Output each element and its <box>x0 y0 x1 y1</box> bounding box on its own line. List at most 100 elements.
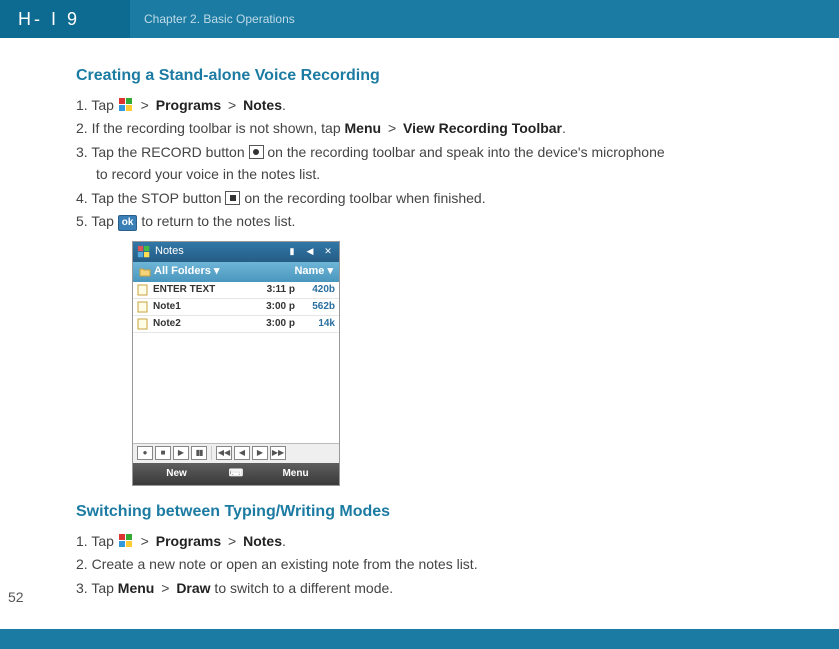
ok-badge-icon: ok <box>118 215 138 231</box>
keyboard-icon[interactable]: ⌨ <box>220 466 252 482</box>
page-number: 52 <box>8 589 24 605</box>
device-recording-toolbar: ● ■ ▶ ▮▮ ◀◀ ◀ ▶ ▶▶ <box>133 443 339 463</box>
device-title-text: Notes <box>155 243 184 260</box>
separator-gt: > <box>224 533 240 549</box>
device-blank-area <box>133 333 339 443</box>
prev-button[interactable]: ◀◀ <box>216 446 232 460</box>
close-icon: ✕ <box>321 245 335 259</box>
text: Tap the STOP button <box>91 190 225 206</box>
step-4: 4. Tap the STOP button on the recording … <box>76 188 779 210</box>
text: to switch to a different mode. <box>211 580 394 596</box>
notes-label: Notes <box>243 97 282 113</box>
next-button[interactable]: ▶▶ <box>270 446 286 460</box>
list-item[interactable]: Note2 3:00 p 14k <box>133 316 339 333</box>
footer-banner <box>0 629 839 649</box>
note-name: ENTER TEXT <box>153 282 251 298</box>
rewind-button[interactable]: ◀ <box>234 446 250 460</box>
note-name: Note2 <box>153 316 251 332</box>
pause-button[interactable]: ▮▮ <box>191 446 207 460</box>
draw-label: Draw <box>176 580 210 596</box>
note-icon <box>137 318 149 330</box>
menu-label: Menu <box>345 120 382 136</box>
note-size: 14k <box>295 316 335 332</box>
stop-icon <box>225 191 240 205</box>
chapter-label: Chapter 2. Basic Operations <box>144 12 295 26</box>
start-flag-icon <box>137 245 151 259</box>
step-5: 5. Tap ok to return to the notes list. <box>76 211 779 233</box>
step-number: 1. <box>76 533 91 549</box>
signal-icon: ▮ <box>285 245 299 259</box>
step-number: 2. <box>76 556 92 572</box>
text: Create a new note or open an existing no… <box>92 556 478 572</box>
step-number: 4. <box>76 190 91 206</box>
softkey-new[interactable]: New <box>133 466 220 482</box>
note-icon <box>137 284 149 296</box>
note-time: 3:11 p <box>251 282 295 298</box>
step-number: 3. <box>76 144 91 160</box>
step-3b: 3. Tap Menu > Draw to switch to a differ… <box>76 578 779 600</box>
step-number: 2. <box>76 120 92 136</box>
section-title-switching-modes: Switching between Typing/Writing Modes <box>76 500 779 525</box>
step-2: 2. If the recording toolbar is not shown… <box>76 118 779 140</box>
note-size: 420b <box>295 282 335 298</box>
folders-dropdown[interactable]: All Folders ▾ <box>154 263 219 280</box>
device-screenshot: Notes ▮ ◀ ✕ All Folders ▾ Name ▾ ENTER T… <box>132 241 340 486</box>
step-1: 1. Tap > Programs > Notes. <box>76 95 779 117</box>
device-notes-list: ENTER TEXT 3:11 p 420b Note1 3:00 p 562b… <box>133 282 339 333</box>
text: . <box>562 120 566 136</box>
note-name: Note1 <box>153 299 251 315</box>
text: to return to the notes list. <box>137 213 295 229</box>
note-time: 3:00 p <box>251 316 295 332</box>
text: . <box>282 533 286 549</box>
play-button[interactable]: ▶ <box>173 446 189 460</box>
text: If the recording toolbar is not shown, t… <box>92 120 345 136</box>
text-continuation: to record your voice in the notes list. <box>76 164 779 186</box>
record-icon <box>249 145 264 159</box>
list-item[interactable]: Note1 3:00 p 562b <box>133 299 339 316</box>
note-size: 562b <box>295 299 335 315</box>
section-title-voice-recording: Creating a Stand-alone Voice Recording <box>76 64 779 89</box>
step-number: 3. <box>76 580 91 596</box>
forward-button[interactable]: ▶ <box>252 446 268 460</box>
header-banner: H- I 9 Chapter 2. Basic Operations <box>0 0 839 38</box>
text: Tap <box>91 580 117 596</box>
menu-label: Menu <box>118 580 155 596</box>
notes-label: Notes <box>243 533 282 549</box>
separator-gt: > <box>137 533 153 549</box>
step-number: 5. <box>76 213 91 229</box>
text: Tap the RECORD button <box>91 144 248 160</box>
step-3: 3. Tap the RECORD button on the recordin… <box>76 142 779 185</box>
separator-gt: > <box>157 580 173 596</box>
speaker-icon: ◀ <box>303 245 317 259</box>
device-titlebar: Notes ▮ ◀ ✕ <box>133 242 339 262</box>
view-recording-toolbar-label: View Recording Toolbar <box>403 120 562 136</box>
device-softkey-bar: New ⌨ Menu <box>133 463 339 485</box>
text: Tap <box>91 97 117 113</box>
logo: H- I 9 <box>0 0 130 38</box>
programs-label: Programs <box>156 533 221 549</box>
softkey-menu[interactable]: Menu <box>252 466 339 482</box>
step-number: 1. <box>76 97 91 113</box>
step-1b: 1. Tap > Programs > Notes. <box>76 531 779 553</box>
start-flag-icon <box>118 533 134 549</box>
programs-label: Programs <box>156 97 221 113</box>
note-time: 3:00 p <box>251 299 295 315</box>
device-list-header: All Folders ▾ Name ▾ <box>133 262 339 282</box>
text: Tap <box>91 213 117 229</box>
note-icon <box>137 301 149 313</box>
stop-button[interactable]: ■ <box>155 446 171 460</box>
text: on the recording toolbar and speak into … <box>264 144 665 160</box>
name-column-sort[interactable]: Name ▾ <box>294 263 333 280</box>
text: on the recording toolbar when finished. <box>240 190 485 206</box>
text: . <box>282 97 286 113</box>
toolbar-separator <box>211 446 212 460</box>
record-button[interactable]: ● <box>137 446 153 460</box>
separator-gt: > <box>224 97 240 113</box>
start-flag-icon <box>118 97 134 113</box>
folder-icon <box>139 266 151 278</box>
separator-gt: > <box>137 97 153 113</box>
separator-gt: > <box>384 120 400 136</box>
page-content: Creating a Stand-alone Voice Recording 1… <box>0 38 839 600</box>
text: Tap <box>91 533 117 549</box>
list-item[interactable]: ENTER TEXT 3:11 p 420b <box>133 282 339 299</box>
